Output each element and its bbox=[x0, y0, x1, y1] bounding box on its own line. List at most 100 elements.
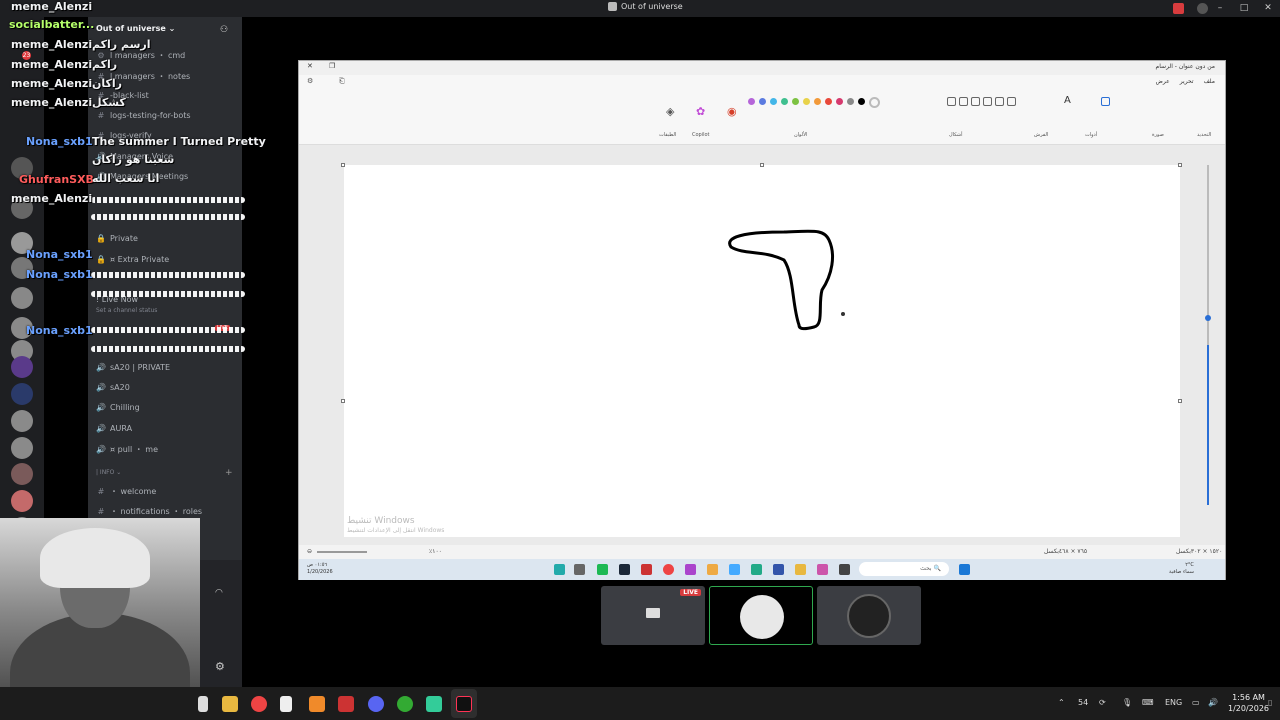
server-icon[interactable] bbox=[11, 463, 33, 485]
settings-icon[interactable]: ⚙ bbox=[307, 77, 313, 85]
taskbar-clock[interactable]: 1:56 AM 1/20/2026 bbox=[1228, 692, 1269, 714]
notepad-icon[interactable] bbox=[280, 696, 292, 712]
server-icon[interactable] bbox=[11, 490, 33, 512]
app-icon[interactable] bbox=[817, 564, 828, 575]
server-icon[interactable] bbox=[11, 287, 33, 309]
server-name-header[interactable]: Out of universe ⌄ bbox=[96, 24, 175, 33]
zoom-slider[interactable] bbox=[317, 551, 367, 553]
color-swatch[interactable] bbox=[792, 98, 799, 105]
copilot-icon[interactable]: ✿ bbox=[696, 105, 705, 118]
menu-file[interactable]: ملف bbox=[1204, 78, 1215, 85]
app-icon[interactable] bbox=[574, 564, 585, 575]
app-icon[interactable] bbox=[685, 564, 696, 575]
close-button[interactable]: ✕ bbox=[1256, 0, 1280, 17]
save-icon[interactable]: ⎗ bbox=[339, 77, 345, 86]
windows-start-icon[interactable] bbox=[959, 564, 970, 575]
close-icon[interactable]: ✕ bbox=[307, 62, 313, 70]
help-icon[interactable] bbox=[1197, 3, 1208, 14]
minimize-button[interactable]: – bbox=[1208, 0, 1232, 17]
server-icon[interactable] bbox=[11, 437, 33, 459]
color-swatch[interactable] bbox=[759, 98, 766, 105]
color-swatch[interactable] bbox=[781, 98, 788, 105]
zoom-out-icon[interactable]: ⊖ bbox=[307, 548, 312, 555]
resize-handle[interactable] bbox=[760, 163, 764, 167]
shape-tool[interactable] bbox=[995, 97, 1004, 106]
layers-icon[interactable]: ◈ bbox=[666, 105, 674, 118]
app-icon[interactable] bbox=[309, 696, 325, 712]
color-swatch[interactable] bbox=[814, 98, 821, 105]
app-icon[interactable] bbox=[773, 564, 784, 575]
color-swatch[interactable] bbox=[770, 98, 777, 105]
text-channel-item[interactable]: # ・ notifications ・ roles bbox=[96, 506, 202, 517]
tiktok-icon[interactable] bbox=[456, 696, 472, 712]
gear-icon[interactable]: ⚙ bbox=[215, 660, 225, 673]
stream-tile-participant[interactable] bbox=[817, 586, 921, 645]
app-icon[interactable] bbox=[641, 564, 652, 575]
app-icon[interactable] bbox=[426, 696, 442, 712]
voice-channel-item[interactable]: 🔊 sA20 | PRIVATE bbox=[96, 363, 170, 372]
current-color[interactable] bbox=[869, 97, 880, 108]
voice-channel-item[interactable]: 🔊 sA20 bbox=[96, 383, 130, 392]
text-channel-item[interactable]: # ・ welcome bbox=[96, 486, 157, 497]
network-icon[interactable]: ⟳ bbox=[1099, 698, 1106, 707]
stream-tile-participant[interactable] bbox=[709, 586, 813, 645]
shared-search-box[interactable]: بحث 🔍 bbox=[859, 562, 949, 576]
taskview-icon[interactable] bbox=[198, 696, 208, 712]
voice-channel-item[interactable]: 🔊 Chilling bbox=[96, 403, 140, 412]
edge-icon[interactable] bbox=[751, 564, 762, 575]
shape-tool[interactable] bbox=[947, 97, 956, 106]
channel-status[interactable]: Set a channel status bbox=[96, 307, 157, 314]
color-picker-icon[interactable]: ◉ bbox=[727, 105, 737, 118]
chevron-up-icon[interactable]: ⌃ bbox=[1058, 698, 1065, 707]
pencil-tool[interactable] bbox=[1101, 97, 1110, 106]
shape-tool[interactable] bbox=[1007, 97, 1016, 106]
inbox-icon[interactable] bbox=[1173, 3, 1184, 14]
resize-handle[interactable] bbox=[341, 163, 345, 167]
folder-icon[interactable] bbox=[795, 564, 806, 575]
menu-edit[interactable]: تحرير bbox=[1180, 78, 1194, 85]
app-icon[interactable] bbox=[554, 564, 565, 575]
drawing-canvas[interactable] bbox=[344, 165, 1180, 537]
restore-icon[interactable]: ❐ bbox=[329, 62, 335, 70]
app-icon[interactable] bbox=[597, 564, 608, 575]
language-indicator[interactable]: ENG bbox=[1165, 698, 1182, 707]
color-swatch[interactable] bbox=[803, 98, 810, 105]
app-icon[interactable] bbox=[729, 564, 740, 575]
server-icon[interactable] bbox=[11, 383, 33, 405]
server-icon[interactable] bbox=[11, 356, 33, 378]
stream-tile-screen[interactable]: LIVE bbox=[601, 586, 705, 645]
microphone-icon[interactable]: 🎙 bbox=[1122, 698, 1132, 707]
menu-view[interactable]: عرض bbox=[1156, 78, 1170, 85]
color-swatch[interactable] bbox=[847, 98, 854, 105]
color-swatch[interactable] bbox=[748, 98, 755, 105]
notification-icon[interactable]: ▯ bbox=[1268, 698, 1272, 707]
maximize-button[interactable]: □ bbox=[1232, 0, 1256, 17]
zoom-slider-track[interactable] bbox=[1207, 345, 1209, 505]
file-explorer-icon[interactable] bbox=[222, 696, 238, 712]
color-swatch[interactable] bbox=[825, 98, 832, 105]
keyboard-icon[interactable]: ⌨ bbox=[1142, 698, 1154, 707]
add-channel-icon[interactable]: + bbox=[225, 468, 233, 478]
voice-channel-item[interactable]: 🔊 ¤ pull ・ me bbox=[96, 444, 158, 455]
chrome-icon[interactable] bbox=[251, 696, 267, 712]
volume-icon[interactable]: 🔊 bbox=[1208, 698, 1218, 707]
resize-handle[interactable] bbox=[1178, 399, 1182, 403]
resize-handle[interactable] bbox=[341, 399, 345, 403]
text-tool-icon[interactable]: A bbox=[1064, 95, 1071, 106]
server-icon[interactable] bbox=[11, 410, 33, 432]
app-icon[interactable] bbox=[839, 564, 850, 575]
chrome-icon[interactable] bbox=[663, 564, 674, 575]
app-icon[interactable] bbox=[707, 564, 718, 575]
shape-tool[interactable] bbox=[959, 97, 968, 106]
chrome-icon[interactable] bbox=[397, 696, 413, 712]
resize-handle[interactable] bbox=[1178, 163, 1182, 167]
headphones-icon[interactable]: ◠ bbox=[215, 588, 223, 598]
app-icon[interactable] bbox=[338, 696, 354, 712]
category-info[interactable]: | INFO ⌄ bbox=[96, 469, 121, 476]
color-swatch[interactable] bbox=[858, 98, 865, 105]
discord-icon[interactable] bbox=[368, 696, 384, 712]
channel-item[interactable]: # logs-testing-for-bots bbox=[96, 111, 191, 120]
weather-widget[interactable]: ٢°C سماء صافية bbox=[1169, 562, 1194, 576]
private-channel-item[interactable]: 🔒 Private bbox=[96, 234, 138, 243]
private-channel-item[interactable]: 🔒 ¤ Extra Private bbox=[96, 255, 169, 264]
